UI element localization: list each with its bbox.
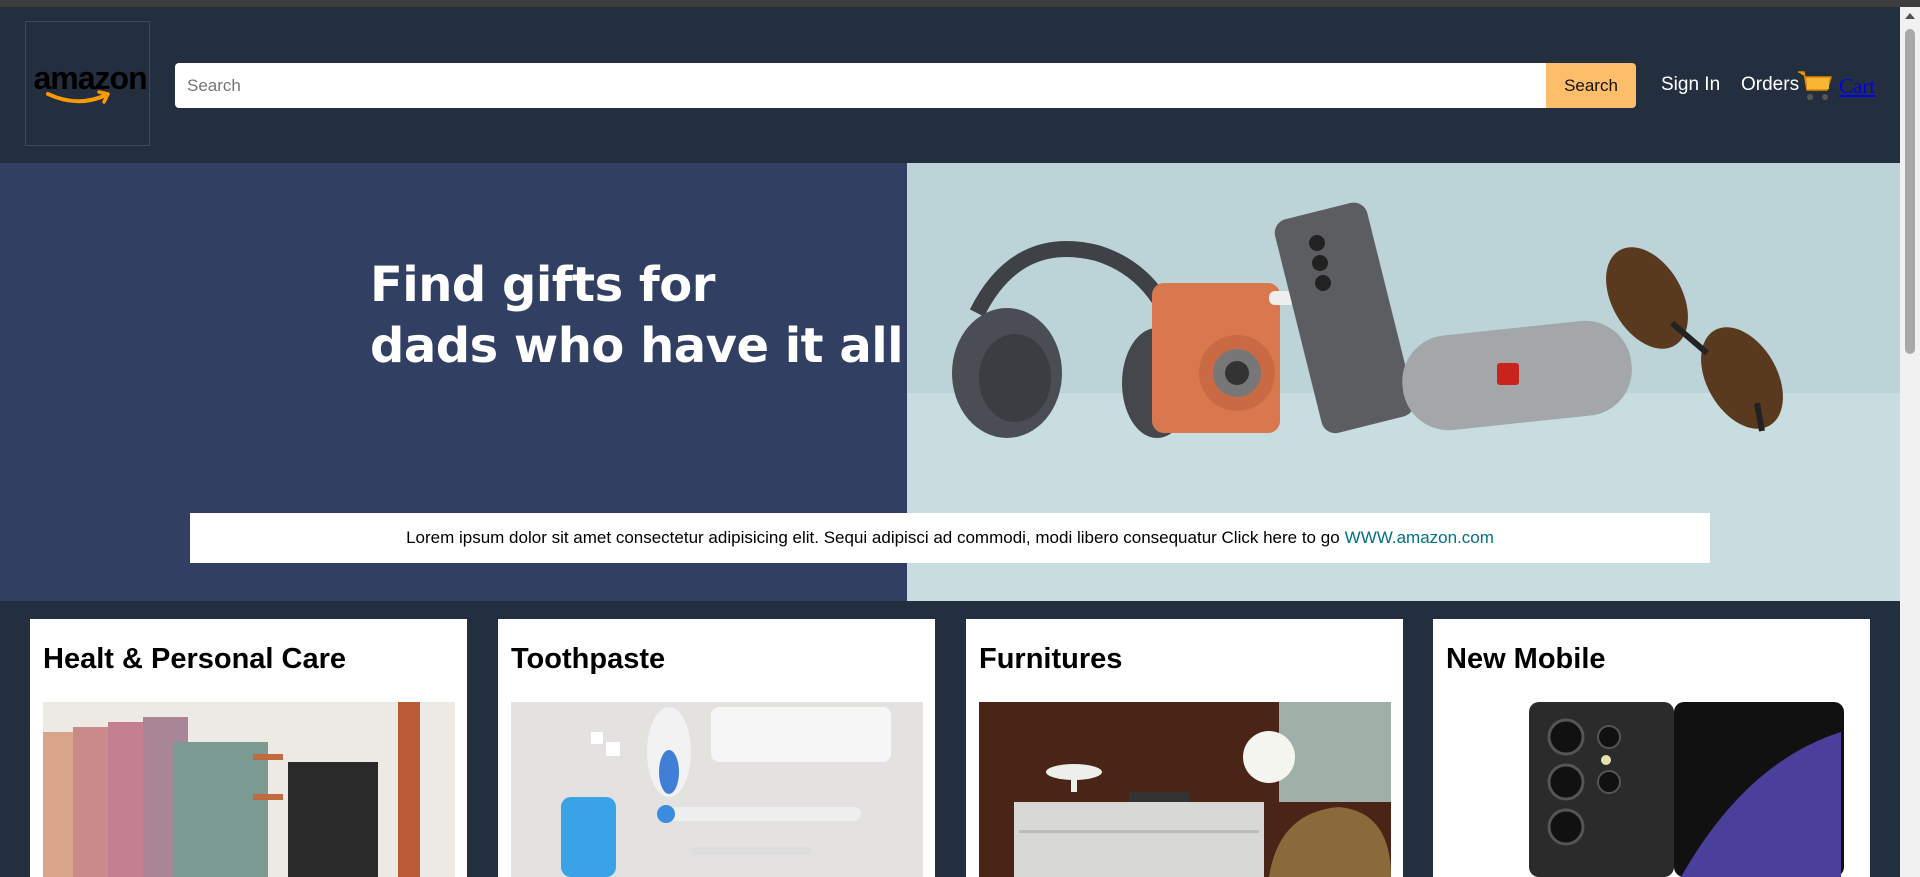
cart-link[interactable]: Cart — [1839, 74, 1875, 99]
scroll-up-arrow-icon[interactable] — [1905, 13, 1915, 19]
instant-camera-image — [1152, 283, 1295, 433]
cart-icon[interactable] — [1797, 69, 1833, 103]
category-card-toothpaste[interactable]: Toothpaste — [498, 619, 935, 877]
sign-in-link[interactable]: Sign In — [1661, 74, 1720, 96]
browser-top-strip — [0, 0, 1920, 7]
toothpaste-items-image — [511, 702, 923, 877]
amazon-logo[interactable]: amazon — [25, 21, 150, 146]
card-title: Healt & Personal Care — [43, 643, 347, 675]
category-card-furnitures[interactable]: Furnitures — [966, 619, 1403, 877]
smile-arrow-icon — [45, 89, 110, 104]
logo-mark: amazon — [34, 60, 148, 108]
promo-message-bar: Lorem ipsum dolor sit amet consectetur a… — [190, 513, 1710, 563]
search-button[interactable]: Search — [1546, 63, 1636, 108]
smartphone-image — [1446, 702, 1858, 877]
amazon-website-link[interactable]: WWW.amazon.com — [1345, 528, 1494, 548]
card-title: Toothpaste — [511, 643, 666, 675]
furniture-room-image — [979, 702, 1391, 877]
hero-title-line-1: Find gifts for — [370, 257, 715, 313]
site-header: amazon Search Sign In Orders Cart — [0, 7, 1900, 163]
orders-link[interactable]: Orders — [1741, 74, 1799, 96]
page-scrollbar[interactable] — [1900, 7, 1920, 877]
hero-title-line-2: dads who have it all — [370, 318, 904, 374]
scrollbar-thumb[interactable] — [1905, 29, 1915, 354]
category-card-health[interactable]: Healt & Personal Care — [30, 619, 467, 877]
search-input[interactable] — [175, 63, 1546, 108]
card-title: New Mobile — [1446, 643, 1606, 675]
hero-title: Find gifts for dads who have it all — [370, 255, 904, 377]
card-title: Furnitures — [979, 643, 1123, 675]
hanging-towels-image — [43, 702, 455, 877]
promo-message-text: Lorem ipsum dolor sit amet consectetur a… — [406, 528, 1340, 547]
category-card-new-mobile[interactable]: New Mobile — [1433, 619, 1870, 877]
search-bar: Search — [175, 63, 1636, 108]
